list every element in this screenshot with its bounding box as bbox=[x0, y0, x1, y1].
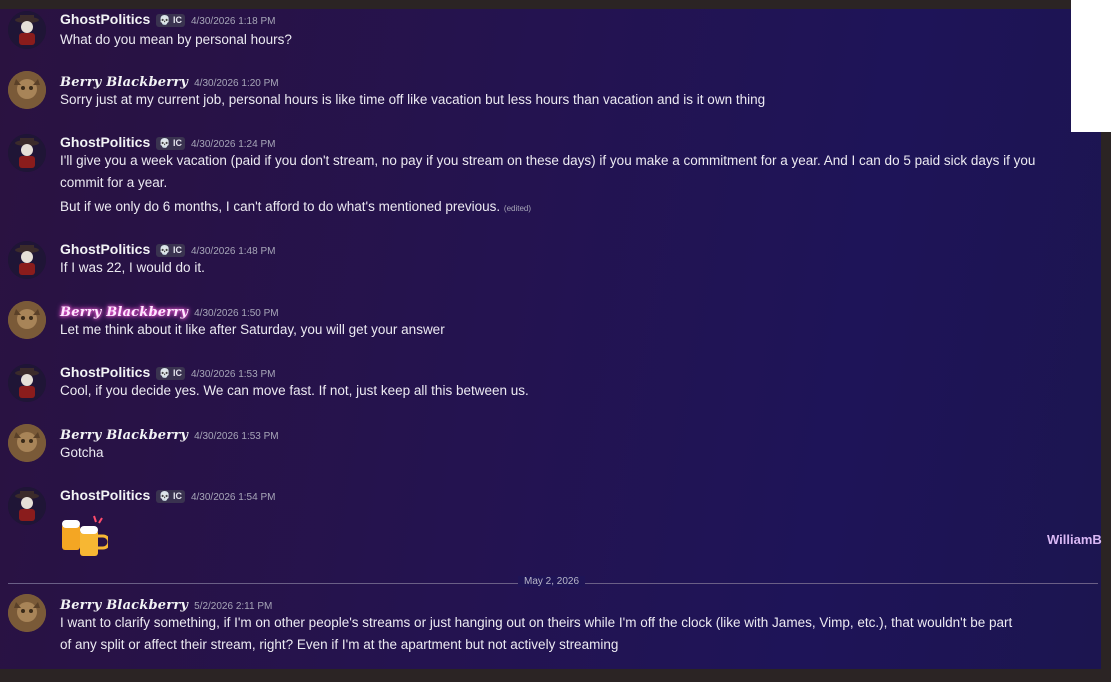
frame-top bbox=[0, 0, 1111, 9]
overlay-panel bbox=[1071, 0, 1111, 132]
timestamp: 4/30/2026 1:20 PM bbox=[194, 78, 279, 89]
date-divider-label: May 2, 2026 bbox=[518, 576, 586, 587]
timestamp: 4/30/2026 1:53 PM bbox=[194, 431, 279, 442]
message-text: Gotcha bbox=[60, 445, 104, 460]
message-text: Let me think about it like after Saturda… bbox=[60, 322, 445, 337]
user-tag: 💀 IC bbox=[156, 490, 185, 503]
timestamp: 5/2/2026 2:11 PM bbox=[194, 601, 273, 612]
side-username: WilliamB bbox=[1047, 532, 1102, 547]
user-tag: 💀 IC bbox=[156, 244, 185, 257]
avatar-ghostpolitics[interactable] bbox=[8, 487, 46, 525]
user-tag: 💀 IC bbox=[156, 14, 185, 27]
avatar-ghostpolitics[interactable] bbox=[8, 364, 46, 402]
timestamp: 4/30/2026 1:53 PM bbox=[190, 369, 276, 380]
user-tag: 💀 IC bbox=[156, 367, 185, 380]
chat-log: GhostPolitics 💀 IC 4/30/2026 1:18 PM What … bbox=[0, 9, 1101, 669]
author-name[interactable]: GhostPolitics bbox=[60, 11, 150, 27]
message-text: Cool, if you decide yes. We can move fas… bbox=[60, 383, 529, 398]
message-text: If I was 22, I would do it. bbox=[60, 260, 205, 275]
avatar-berry-blackberry[interactable] bbox=[8, 301, 46, 339]
avatar-ghostpolitics[interactable] bbox=[8, 134, 46, 172]
author-name[interactable]: GhostPolitics bbox=[60, 364, 150, 380]
timestamp: 4/30/2026 1:54 PM bbox=[190, 492, 276, 503]
edited-label: (edited) bbox=[503, 204, 532, 213]
avatar-berry-blackberry[interactable] bbox=[8, 424, 46, 462]
timestamp: 4/30/2026 1:18 PM bbox=[190, 16, 276, 27]
message-text: I want to clarify something, if I'm on o… bbox=[60, 615, 1013, 652]
avatar-ghostpolitics[interactable] bbox=[8, 11, 46, 49]
author-name[interactable]: GhostPolitics bbox=[60, 241, 150, 257]
author-name[interactable]: GhostPolitics bbox=[60, 487, 150, 503]
avatar-ghostpolitics[interactable] bbox=[8, 241, 46, 279]
timestamp: 4/30/2026 1:24 PM bbox=[190, 139, 276, 150]
author-name[interactable]: Berry Blackberry bbox=[60, 305, 188, 320]
message-text: I'll give you a week vacation (paid if y… bbox=[60, 153, 1036, 214]
author-name[interactable]: Berry Blackberry bbox=[60, 428, 188, 443]
timestamp: 4/30/2026 1:50 PM bbox=[194, 308, 279, 319]
avatar-berry-blackberry[interactable] bbox=[8, 71, 46, 109]
frame-bottom bbox=[0, 669, 1111, 682]
author-name[interactable]: GhostPolitics bbox=[60, 134, 150, 150]
avatar-berry-blackberry[interactable] bbox=[8, 594, 46, 632]
message-header: GhostPolitics 💀 IC 4/30/2026 1:18 PM bbox=[60, 11, 275, 29]
timestamp: 4/30/2026 1:48 PM bbox=[190, 246, 276, 257]
user-tag: 💀 IC bbox=[156, 137, 185, 150]
message-header: GhostPolitics 💀 IC 4/30/2026 1:54 PM bbox=[60, 487, 275, 505]
author-name[interactable]: Berry Blackberry bbox=[60, 75, 188, 90]
clinking-beer-mugs-icon bbox=[62, 515, 108, 556]
message-text: Sorry just at my current job, personal h… bbox=[60, 92, 766, 107]
author-name[interactable]: Berry Blackberry bbox=[60, 598, 188, 613]
message-text: What do you mean by personal hours? bbox=[60, 32, 292, 47]
